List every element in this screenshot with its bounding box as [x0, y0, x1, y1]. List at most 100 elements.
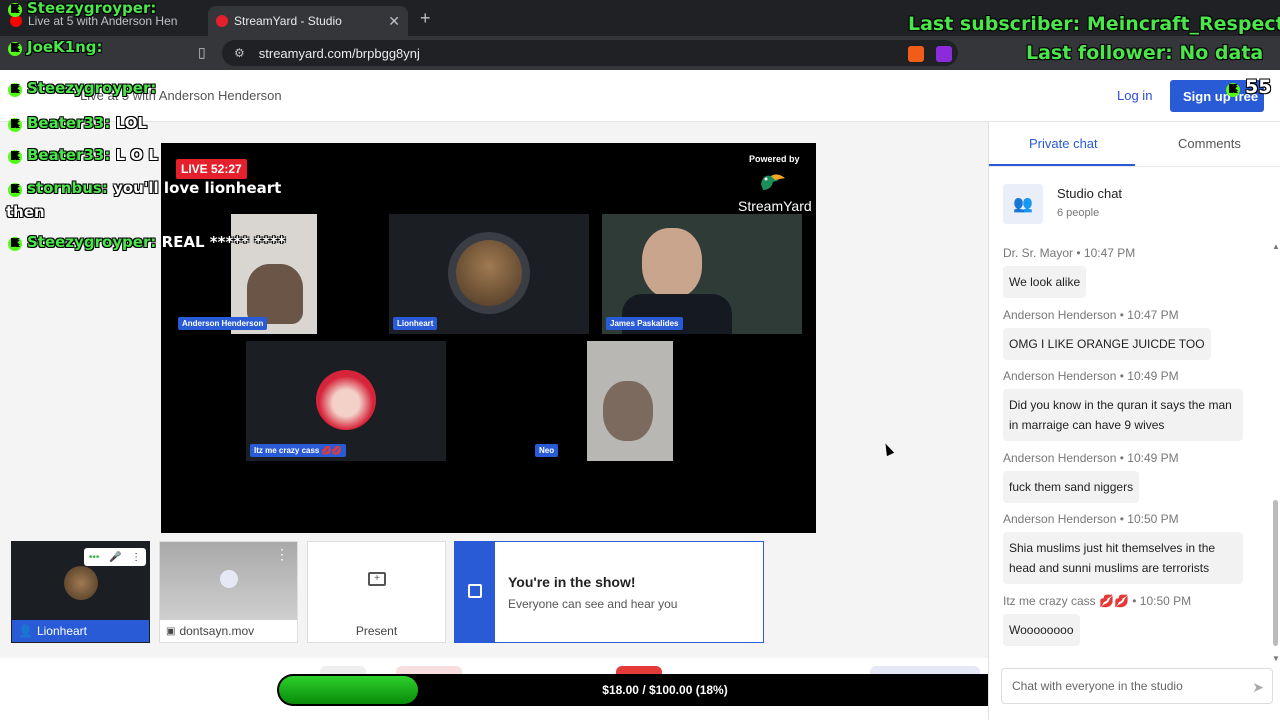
last-follower-overlay: Last follower: No data	[1026, 42, 1264, 64]
record-icon	[216, 15, 228, 27]
overlay-chat-line: K Steezygroyper:	[8, 79, 156, 97]
bookmark-icon[interactable]: ▯	[198, 44, 206, 61]
chat-message: Anderson Henderson • 10:49 PM Did you kn…	[1003, 369, 1243, 441]
site-info-icon[interactable]: ⚙	[234, 46, 245, 60]
avatar	[316, 370, 376, 430]
video-file-icon: ▣	[166, 625, 176, 637]
message-time: 10:50 PM	[1127, 512, 1179, 526]
screen: Live at 5 with Anderson Henderson Stream…	[0, 0, 1280, 720]
brave-shield-icon[interactable]	[908, 46, 924, 62]
viewer-count-overlay: K 55	[1226, 76, 1271, 98]
streamyard-duck-icon	[761, 174, 785, 190]
chat-message: Anderson Henderson • 10:47 PM OMG I LIKE…	[1003, 308, 1211, 360]
message-text: Did you know in the quran it says the ma…	[1003, 389, 1243, 441]
page-header: Live at 5 with Anderson Henderson Log in	[0, 70, 1280, 122]
message-time: 10:49 PM	[1127, 451, 1179, 465]
media-glow	[220, 570, 238, 588]
present-label: Present	[355, 624, 398, 638]
chat-text: then	[6, 203, 45, 221]
video-tile-neo[interactable]	[587, 341, 673, 461]
donation-goal-text: $18.00 / $100.00 (18%)	[602, 683, 728, 697]
participant-name-tag: James Paskalides	[606, 317, 683, 330]
in-show-subtitle: Everyone can see and hear you	[508, 597, 678, 611]
powered-by-label: Powered by	[749, 154, 800, 164]
brave-rewards-icon[interactable]	[936, 46, 952, 62]
overlay-chat-line: K Beater33: LOL	[8, 114, 147, 132]
message-author: Anderson Henderson	[1003, 308, 1117, 322]
tab-title: StreamYard - Studio	[234, 14, 342, 28]
viewer-count: 55	[1245, 76, 1272, 98]
browser-tab-streamyard[interactable]: StreamYard - Studio ✕	[208, 6, 408, 36]
overlay-chat-line: K JoeK1ng:	[8, 38, 103, 56]
kick-icon: K	[8, 42, 22, 56]
login-link[interactable]: Log in	[1117, 88, 1152, 103]
message-author: Anderson Henderson	[1003, 512, 1117, 526]
contact-card-icon	[468, 584, 482, 598]
close-icon[interactable]: ✕	[388, 13, 400, 30]
microphone-icon[interactable]: 🎤	[109, 552, 121, 563]
chat-scrollbar[interactable]	[1273, 500, 1278, 646]
participant-video	[642, 228, 702, 298]
more-icon[interactable]: ⋮	[275, 546, 289, 563]
message-text: fuck them sand niggers	[1003, 471, 1140, 503]
new-tab-icon[interactable]: +	[420, 8, 431, 29]
tab-private-chat[interactable]: Private chat	[1029, 136, 1098, 151]
media-label-bar: ▣ dontsayn.mov	[160, 620, 297, 642]
self-label: Lionheart	[36, 624, 87, 638]
message-author: Anderson Henderson	[1003, 451, 1117, 465]
message-text: OMG I LIKE ORANGE JUICDE TOO	[1003, 328, 1211, 360]
present-button[interactable]: + Present	[307, 541, 446, 643]
self-preview-tile[interactable]: ••• 🎤 ⋮ 👤 Lionheart	[11, 541, 150, 643]
chat-input-placeholder: Chat with everyone in the studio	[1012, 679, 1183, 693]
tab-comments[interactable]: Comments	[1178, 136, 1241, 151]
person-icon: 👤	[18, 624, 33, 638]
media-tile[interactable]: ⋮ ▣ dontsayn.mov	[159, 541, 298, 643]
self-label-bar: 👤 Lionheart	[12, 620, 149, 642]
avatar	[64, 566, 98, 600]
audio-controls[interactable]: ••• 🎤 ⋮	[84, 548, 146, 566]
chat-text: you'll love lionheart	[113, 179, 282, 197]
screen-share-icon: +	[368, 572, 386, 586]
participant-video	[603, 381, 653, 441]
avatar	[456, 240, 522, 306]
chat-panel: Private chat Comments 👥 Studio chat 6 pe…	[988, 122, 1280, 720]
scroll-down-icon[interactable]: ▼	[1272, 654, 1280, 663]
message-text: Woooooooo	[1003, 614, 1080, 646]
send-icon[interactable]: ➤	[1252, 679, 1264, 696]
chat-username: Steezygroyper:	[27, 0, 157, 17]
donation-goal-bar: $18.00 / $100.00 (18%)	[277, 674, 1053, 706]
chat-text: L O L	[115, 146, 158, 164]
people-icon: 👥	[1003, 184, 1043, 224]
chat-text: REAL ***** ****	[161, 233, 286, 251]
message-time: 10:47 PM	[1083, 246, 1136, 260]
last-subscriber-overlay: Last subscriber: Meincraft_Respector	[908, 13, 1280, 35]
message-author: Itz me crazy cass 💋💋	[1003, 594, 1129, 608]
kick-icon: K	[8, 150, 22, 164]
overlay-chat-line: then	[6, 203, 45, 221]
chat-input[interactable]: Chat with everyone in the studio ➤	[1001, 668, 1273, 704]
media-label: dontsayn.mov	[179, 624, 255, 638]
video-tile-james[interactable]	[602, 214, 802, 334]
kick-icon: K	[8, 83, 22, 97]
studio-chat-title: Studio chat	[1057, 186, 1123, 201]
overlay-chat-line: K Steezygroyper:	[8, 0, 156, 17]
video-tile-cass[interactable]	[246, 341, 446, 461]
in-show-accent	[455, 542, 495, 642]
kick-icon: K	[1226, 83, 1240, 97]
message-author: Anderson Henderson	[1003, 369, 1117, 383]
message-time: 10:49 PM	[1127, 369, 1179, 383]
chat-username: Steezygroyper:	[27, 79, 157, 97]
studio-chat-count: 6 people	[1057, 207, 1100, 219]
address-bar[interactable]: ⚙ streamyard.com/brpbgg8ynj ↗	[222, 40, 958, 66]
url-text: streamyard.com/brpbgg8ynj	[258, 45, 420, 61]
kick-icon: K	[8, 237, 22, 251]
video-tile-lionheart[interactable]	[389, 214, 589, 334]
more-icon[interactable]: ⋮	[131, 552, 141, 563]
chat-username: Steezygroyper:	[27, 233, 157, 251]
kick-icon: K	[8, 3, 22, 17]
scroll-up-icon[interactable]: ▲	[1272, 242, 1280, 251]
participant-name-tag: Anderson Henderson	[178, 317, 268, 330]
message-time: 10:50 PM	[1139, 594, 1192, 608]
chat-message: Dr. Sr. Mayor • 10:47 PM We look alike	[1003, 246, 1135, 298]
video-tile-anderson[interactable]	[231, 214, 317, 334]
